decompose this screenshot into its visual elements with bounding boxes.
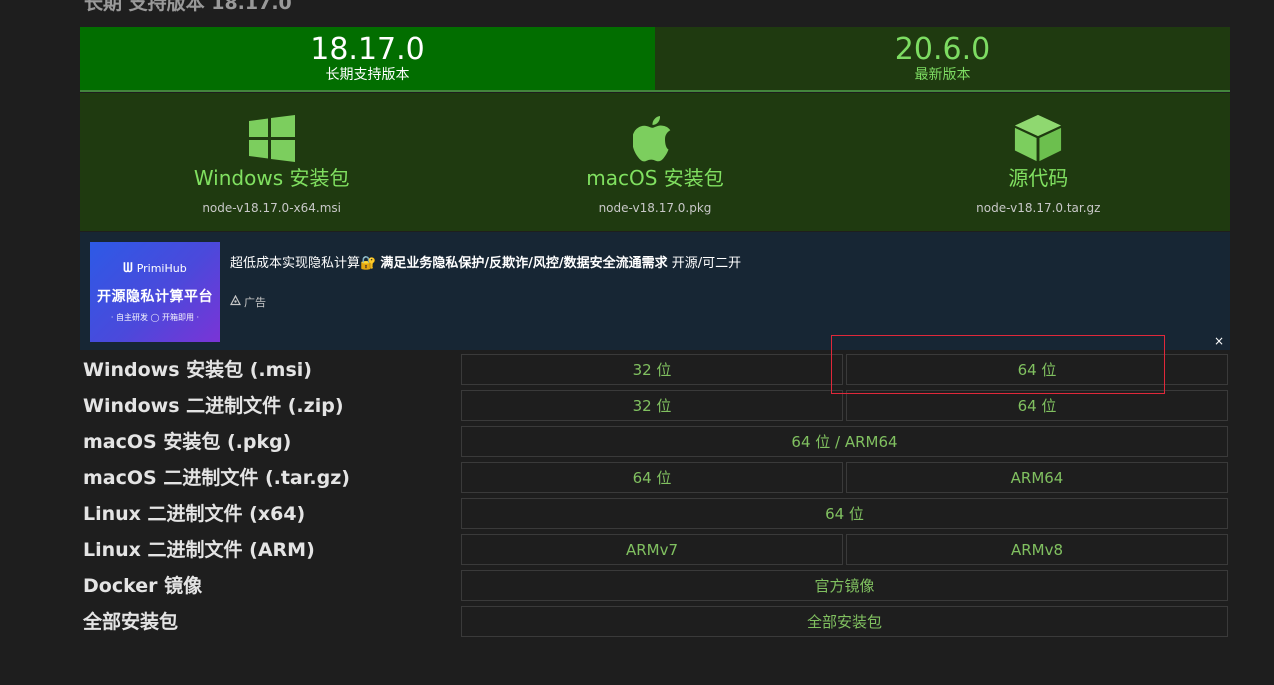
row-cells: 64 位 [461, 498, 1228, 529]
download-card-windows-file: node-v18.17.0-x64.msi [202, 201, 341, 215]
row-cells: 官方镜像 [461, 570, 1228, 601]
download-table: Windows 安装包 (.msi) 32 位 64 位 Windows 二进制… [80, 352, 1230, 640]
page: 长期 支持版本 18.17.0 18.17.0 长期支持版本 20.6.0 最新… [0, 0, 1274, 685]
ad-image[interactable]: ᗯ PrimiHub 开源隐私计算平台 · 自主研发 ◯ 开箱即用 · [90, 242, 220, 342]
ad-marker-icon [230, 294, 241, 309]
ad-text-before: 超低成本实现隐私计算🔐 [230, 256, 377, 271]
ad-text-after: 开源/可二开 [671, 256, 742, 271]
download-card-windows[interactable]: Windows 安装包 node-v18.17.0-x64.msi [80, 93, 463, 231]
ad-label-text: 广告 [244, 296, 266, 309]
row-label: Docker 镜像 [83, 575, 203, 597]
row-label: 全部安装包 [83, 611, 179, 633]
tab-current-version[interactable]: 20.6.0 最新版本 [655, 27, 1230, 90]
row-label: macOS 安装包 (.pkg) [83, 431, 292, 453]
row-cells: ARMv7 ARMv8 [461, 534, 1228, 565]
ad-brand-name: PrimiHub [136, 262, 187, 275]
row-label: macOS 二进制文件 (.tar.gz) [83, 467, 350, 489]
row-label: Linux 二进制文件 (x64) [83, 503, 306, 525]
download-link-button[interactable]: 64 位 [846, 354, 1228, 385]
table-row: Linux 二进制文件 (ARM) ARMv7 ARMv8 [80, 532, 1230, 568]
ad-headline: 开源隐私计算平台 [97, 289, 213, 305]
download-card-macos[interactable]: macOS 安装包 node-v18.17.0.pkg [463, 93, 846, 231]
row-label: Linux 二进制文件 (ARM) [83, 539, 315, 561]
download-card-source[interactable]: 源代码 node-v18.17.0.tar.gz [847, 93, 1230, 231]
current-version-label: 最新版本 [914, 66, 971, 83]
download-link-button[interactable]: ARMv8 [846, 534, 1228, 565]
box-icon [1013, 113, 1063, 163]
download-link-button[interactable]: 32 位 [461, 354, 843, 385]
table-row: Windows 安装包 (.msi) 32 位 64 位 [80, 352, 1230, 388]
ad-banner[interactable]: ᗯ PrimiHub 开源隐私计算平台 · 自主研发 ◯ 开箱即用 · 超低成本… [80, 232, 1230, 350]
version-tabs: 18.17.0 长期支持版本 20.6.0 最新版本 [80, 27, 1230, 92]
download-link-button[interactable]: 64 位 / ARM64 [461, 426, 1228, 457]
close-icon[interactable]: × [1214, 334, 1224, 348]
section-heading-partial: 长期 支持版本 18.17.0 [84, 0, 292, 14]
table-row: macOS 安装包 (.pkg) 64 位 / ARM64 [80, 424, 1230, 460]
tab-lts-version[interactable]: 18.17.0 长期支持版本 [80, 27, 655, 90]
table-row: Docker 镜像 官方镜像 [80, 568, 1230, 604]
table-row: 全部安装包 全部安装包 [80, 604, 1230, 640]
download-card-source-title: 源代码 [1008, 166, 1069, 190]
row-label: Windows 二进制文件 (.zip) [83, 395, 344, 417]
table-row: macOS 二进制文件 (.tar.gz) 64 位 ARM64 [80, 460, 1230, 496]
row-cells: 32 位 64 位 [461, 390, 1228, 421]
row-label: Windows 安装包 (.msi) [83, 359, 312, 381]
lts-version-label: 长期支持版本 [325, 66, 410, 83]
lts-version-number: 18.17.0 [310, 31, 425, 67]
download-panel: Windows 安装包 node-v18.17.0-x64.msi macOS … [80, 93, 1230, 231]
ad-tagline: · 自主研发 ◯ 开箱即用 · [110, 313, 200, 322]
row-cells: 全部安装包 [461, 606, 1228, 637]
ad-text-bold: 满足业务隐私保护/反欺诈/风控/数据安全流通需求 [380, 256, 668, 271]
ad-brand: ᗯ PrimiHub [123, 261, 186, 276]
download-link-button[interactable]: 64 位 [461, 462, 843, 493]
download-link-button[interactable]: ARMv7 [461, 534, 843, 565]
download-link-button[interactable]: 官方镜像 [461, 570, 1228, 601]
download-card-macos-file: node-v18.17.0.pkg [598, 201, 712, 215]
download-link-button[interactable]: 32 位 [461, 390, 843, 421]
current-version-number: 20.6.0 [894, 31, 991, 67]
download-link-button[interactable]: 64 位 [846, 390, 1228, 421]
table-row: Windows 二进制文件 (.zip) 32 位 64 位 [80, 388, 1230, 424]
download-card-windows-title: Windows 安装包 [193, 166, 350, 190]
row-cells: 32 位 64 位 [461, 354, 1228, 385]
download-link-button[interactable]: ARM64 [846, 462, 1228, 493]
download-link-button[interactable]: 全部安装包 [461, 606, 1228, 637]
download-card-source-file: node-v18.17.0.tar.gz [976, 201, 1101, 215]
download-link-button[interactable]: 64 位 [461, 498, 1228, 529]
table-row: Linux 二进制文件 (x64) 64 位 [80, 496, 1230, 532]
windows-icon [247, 113, 297, 163]
apple-icon [630, 113, 680, 163]
primihub-logo-icon: ᗯ [123, 261, 133, 276]
ad-text[interactable]: 超低成本实现隐私计算🔐 满足业务隐私保护/反欺诈/风控/数据安全流通需求 开源/… [230, 252, 741, 271]
download-card-macos-title: macOS 安装包 [586, 166, 724, 190]
row-cells: 64 位 / ARM64 [461, 426, 1228, 457]
row-cells: 64 位 ARM64 [461, 462, 1228, 493]
ad-label: 广告 [230, 294, 266, 310]
